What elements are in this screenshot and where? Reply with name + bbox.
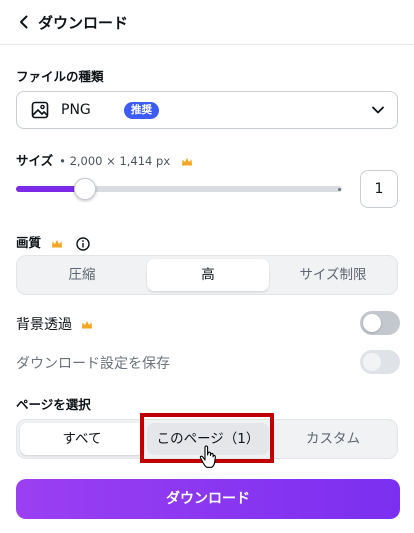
- back-chevron-icon[interactable]: [16, 14, 32, 30]
- file-type-value: PNG: [61, 102, 91, 118]
- crown-icon: [181, 157, 192, 165]
- file-type-select[interactable]: PNG 推奨: [16, 91, 398, 129]
- size-label: サイズ: [16, 153, 54, 168]
- panel-title: ダウンロード: [38, 14, 129, 32]
- size-label-row: サイズ • 2,000 × 1,414 px: [16, 150, 193, 169]
- crown-icon: [82, 321, 93, 329]
- quality-segmented-control: 圧縮 高 サイズ制限: [16, 255, 398, 295]
- save-settings-toggle[interactable]: [360, 350, 400, 374]
- size-dimensions: • 2,000 × 1,414 px: [59, 154, 171, 168]
- pages-option-custom[interactable]: カスタム: [272, 423, 394, 455]
- info-icon[interactable]: [76, 236, 90, 251]
- image-icon: [31, 101, 49, 119]
- pages-option-all[interactable]: すべて: [20, 423, 144, 455]
- quality-label-row: 画質: [16, 232, 90, 251]
- download-button[interactable]: ダウンロード: [16, 479, 400, 519]
- toggle-knob: [363, 353, 381, 371]
- chevron-down-icon: [372, 106, 384, 114]
- quality-option-high[interactable]: 高: [147, 259, 269, 291]
- transparent-bg-label-row: 背景透過: [16, 314, 93, 334]
- pages-label: ページを選択: [16, 397, 91, 412]
- transparent-bg-toggle[interactable]: [360, 311, 400, 335]
- quality-option-compressed[interactable]: 圧縮: [20, 259, 144, 291]
- slider-end-dot: [338, 187, 341, 191]
- hand-cursor-icon: [199, 445, 216, 468]
- file-type-label: ファイルの種類: [16, 69, 104, 84]
- size-slider-handle[interactable]: [74, 178, 97, 200]
- quality-option-size-limit[interactable]: サイズ制限: [272, 259, 394, 291]
- panel-header: ダウンロード: [0, 0, 414, 45]
- toggle-knob: [363, 314, 381, 332]
- quality-label: 画質: [16, 235, 42, 250]
- size-multiplier-input[interactable]: 1: [360, 170, 398, 208]
- crown-icon: [52, 239, 63, 247]
- recommended-badge: 推奨: [124, 102, 159, 119]
- transparent-bg-label: 背景透過: [16, 317, 72, 333]
- save-settings-label: ダウンロード設定を保存: [16, 356, 170, 372]
- size-slider[interactable]: [16, 178, 342, 200]
